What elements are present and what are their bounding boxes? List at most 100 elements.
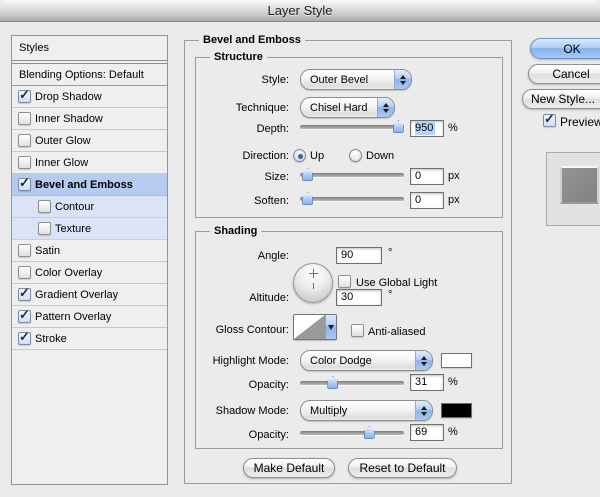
soften-slider[interactable] <box>300 192 404 205</box>
highlight-color-swatch[interactable] <box>441 353 472 368</box>
gloss-contour-thumbnail <box>294 315 325 339</box>
sidebar-item-blending-options[interactable]: Blending Options: Default <box>12 64 167 86</box>
structure-title: Structure <box>210 50 267 65</box>
technique-dropdown[interactable]: Chisel Hard <box>300 97 395 118</box>
anti-aliased-label: Anti-aliased <box>368 325 425 339</box>
checkbox-outer-glow[interactable] <box>18 134 31 147</box>
style-dropdown-value: Outer Bevel <box>301 74 394 86</box>
altitude-field[interactable]: 30 <box>336 289 382 306</box>
preview-checkbox[interactable]: ✓ <box>543 114 556 127</box>
soften-label: Soften: <box>196 193 289 210</box>
altitude-unit: ° <box>388 287 392 304</box>
depth-label: Depth: <box>196 121 289 138</box>
soften-unit: px <box>448 192 460 209</box>
highlight-mode-dropdown[interactable]: Color Dodge <box>300 350 433 371</box>
style-dropdown[interactable]: Outer Bevel <box>300 69 412 90</box>
sidebar-item-inner-shadow[interactable]: Inner Shadow <box>12 108 167 130</box>
dropdown-arrows-icon <box>415 401 432 420</box>
angle-unit: ° <box>388 245 392 262</box>
altitude-label: Altitude: <box>196 290 289 307</box>
depth-field[interactable]: 950 <box>410 120 444 137</box>
checkbox-inner-glow[interactable] <box>18 156 31 169</box>
sidebar-item-pattern-overlay[interactable]: ✓ Pattern Overlay <box>12 306 167 328</box>
make-default-button[interactable]: Make Default <box>243 458 335 478</box>
sidebar-item-contour[interactable]: Contour <box>12 196 167 218</box>
ok-button[interactable]: OK <box>530 38 600 59</box>
soften-slider-thumb[interactable] <box>302 192 313 205</box>
shading-group: Shading Angle: 90 ° Use Global Light Alt… <box>195 231 503 449</box>
shadow-opacity-unit: % <box>448 424 458 441</box>
gloss-contour-label: Gloss Contour: <box>196 322 289 339</box>
size-slider-thumb[interactable] <box>302 168 313 181</box>
sidebar-item-outer-glow[interactable]: Outer Glow <box>12 130 167 152</box>
shadow-mode-value: Multiply <box>301 405 415 417</box>
size-field[interactable]: 0 <box>410 168 444 185</box>
shadow-mode-label: Shadow Mode: <box>196 403 289 420</box>
direction-up-radio[interactable] <box>293 149 306 162</box>
shadow-opacity-label: Opacity: <box>196 427 289 444</box>
sidebar-item-bevel-and-emboss[interactable]: ✓ Bevel and Emboss <box>12 174 167 196</box>
angle-dial[interactable] <box>293 263 333 303</box>
highlight-opacity-label: Opacity: <box>196 377 289 394</box>
direction-down-radio[interactable] <box>349 149 362 162</box>
sidebar-item-stroke[interactable]: ✓ Stroke <box>12 328 167 350</box>
sidebar-item-texture[interactable]: Texture <box>12 218 167 240</box>
soften-field[interactable]: 0 <box>410 192 444 209</box>
depth-slider-thumb[interactable] <box>393 120 404 133</box>
checkbox-texture[interactable] <box>38 222 51 235</box>
shadow-mode-dropdown[interactable]: Multiply <box>300 400 433 421</box>
shadow-opacity-slider[interactable] <box>300 426 404 439</box>
checkbox-pattern-overlay[interactable]: ✓ <box>18 310 31 323</box>
checkbox-color-overlay[interactable] <box>18 266 31 279</box>
checkbox-contour[interactable] <box>38 200 51 213</box>
checkbox-bevel-and-emboss[interactable]: ✓ <box>18 178 31 191</box>
checkbox-stroke[interactable]: ✓ <box>18 332 31 345</box>
new-style-button[interactable]: New Style... <box>522 89 600 109</box>
highlight-opacity-track[interactable] <box>300 381 404 385</box>
size-slider-track[interactable] <box>300 173 404 177</box>
shadow-opacity-track[interactable] <box>300 431 404 435</box>
highlight-opacity-slider[interactable] <box>300 376 404 389</box>
reset-to-default-button[interactable]: Reset to Default <box>348 458 457 478</box>
depth-unit: % <box>448 120 458 137</box>
sidebar-item-color-overlay[interactable]: Color Overlay <box>12 262 167 284</box>
checkbox-inner-shadow[interactable] <box>18 112 31 125</box>
anti-aliased-checkbox[interactable] <box>351 324 364 337</box>
gloss-contour-picker[interactable] <box>293 314 337 340</box>
checkbox-satin[interactable] <box>18 244 31 257</box>
highlight-opacity-unit: % <box>448 374 458 391</box>
preview-panel <box>546 152 600 226</box>
soften-slider-track[interactable] <box>300 197 404 201</box>
checkbox-gradient-overlay[interactable]: ✓ <box>18 288 31 301</box>
depth-slider[interactable] <box>300 120 404 133</box>
shadow-opacity-thumb[interactable] <box>364 426 375 439</box>
dropdown-arrows-icon <box>415 351 432 370</box>
angle-label: Angle: <box>196 248 289 265</box>
styles-list-header: Styles <box>12 36 167 61</box>
angle-field[interactable]: 90 <box>336 247 382 264</box>
shadow-color-swatch[interactable] <box>441 403 472 418</box>
use-global-light-checkbox[interactable] <box>338 275 351 288</box>
preview-thumbnail <box>560 166 599 204</box>
sidebar-item-drop-shadow[interactable]: ✓ Drop Shadow <box>12 86 167 108</box>
direction-down-label: Down <box>366 149 394 163</box>
highlight-opacity-field[interactable]: 31 <box>410 374 444 391</box>
preview-label: Preview <box>560 115 600 129</box>
style-label: Style: <box>196 72 289 89</box>
bevel-and-emboss-panel: Bevel and Emboss Structure Style: Outer … <box>184 40 512 484</box>
technique-label: Technique: <box>196 100 289 117</box>
shadow-opacity-field[interactable]: 69 <box>410 424 444 441</box>
dropdown-arrows-icon <box>394 70 411 89</box>
depth-slider-track[interactable] <box>300 125 404 129</box>
dropdown-arrows-icon <box>377 98 394 117</box>
contour-dropdown-arrow-icon <box>325 315 336 339</box>
highlight-opacity-thumb[interactable] <box>327 376 338 389</box>
use-global-light-label: Use Global Light <box>356 276 437 290</box>
sidebar-item-satin[interactable]: Satin <box>12 240 167 262</box>
highlight-mode-label: Highlight Mode: <box>196 353 289 370</box>
sidebar-item-gradient-overlay[interactable]: ✓ Gradient Overlay <box>12 284 167 306</box>
size-slider[interactable] <box>300 168 404 181</box>
sidebar-item-inner-glow[interactable]: Inner Glow <box>12 152 167 174</box>
cancel-button[interactable]: Cancel <box>528 64 600 84</box>
checkbox-drop-shadow[interactable]: ✓ <box>18 90 31 103</box>
